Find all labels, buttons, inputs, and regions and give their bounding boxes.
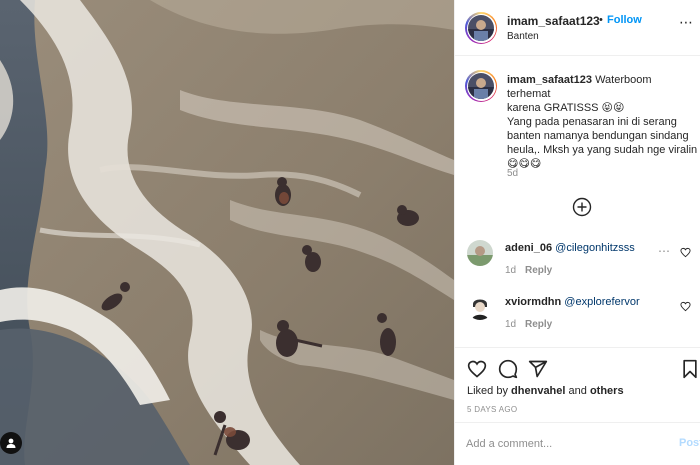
caption-line-2: karena GRATISSS 😝😝: [507, 102, 625, 114]
commenter-username[interactable]: xviormdhn: [505, 296, 561, 308]
caption-avatar[interactable]: [465, 70, 497, 102]
commenter-username[interactable]: adeni_06: [505, 242, 552, 254]
caption-line-6: 😋😋😋: [507, 158, 542, 170]
like-comment-heart-icon[interactable]: [680, 301, 691, 312]
author-avatar-image: [468, 15, 494, 41]
caption-text: imam_safaat123 Waterboom terhemat karena…: [507, 73, 697, 171]
add-comment-bar: Post: [455, 422, 700, 465]
water-scene-image: [0, 0, 454, 465]
follow-button[interactable]: Follow: [607, 14, 642, 26]
post-side-panel: imam_safaat123 • Follow Banten ⋯ imam_sa…: [454, 0, 700, 465]
comment-mention[interactable]: @explorefervor: [564, 296, 639, 308]
add-comment-input[interactable]: [466, 435, 656, 453]
comment-age[interactable]: 1d: [505, 265, 516, 276]
share-send-icon[interactable]: [528, 359, 548, 379]
post-comment-button[interactable]: Post: [679, 437, 700, 449]
more-options-icon[interactable]: ⋯: [679, 14, 694, 31]
tagged-users-button[interactable]: [0, 432, 22, 454]
author-avatar[interactable]: [465, 12, 497, 44]
reply-button[interactable]: Reply: [525, 265, 552, 276]
likes-conj: and: [568, 385, 587, 397]
caption-line-5: heula,. Mksh ya yang sudah nge viralin: [507, 144, 698, 156]
commenter-avatar[interactable]: [467, 240, 493, 266]
post-date[interactable]: 5 DAYS AGO: [467, 405, 517, 414]
plus-circle-icon: [572, 197, 592, 217]
post-actions: Liked by dhenvahel and others 5 DAYS AGO: [455, 347, 700, 422]
like-heart-icon[interactable]: [467, 359, 487, 379]
caption-avatar-image: [468, 73, 494, 99]
post-media[interactable]: [0, 0, 454, 465]
caption-line-4: banten namanya bendungan sindang: [507, 130, 689, 142]
comment-bubble-icon[interactable]: [498, 359, 518, 379]
comment-item: xviormdhn @explorefervor 1d Reply: [455, 290, 700, 340]
comment-age[interactable]: 1d: [505, 319, 516, 330]
liked-by-user[interactable]: dhenvahel: [511, 385, 565, 397]
liked-by-others[interactable]: others: [590, 385, 624, 397]
likes-prefix: Liked by: [467, 385, 508, 397]
location-link[interactable]: Banten: [507, 31, 539, 42]
caption-age[interactable]: 5d: [507, 168, 518, 179]
caption-username[interactable]: imam_safaat123: [507, 74, 592, 86]
commenter-avatar[interactable]: [467, 294, 493, 320]
load-more-comments-button[interactable]: [572, 197, 592, 217]
like-comment-heart-icon[interactable]: [680, 247, 691, 258]
author-username[interactable]: imam_safaat123: [507, 14, 600, 28]
caption-line-3: Yang pada penasaran ini di serang: [507, 116, 677, 128]
comment-mention[interactable]: @cilegonhitzsss: [555, 242, 635, 254]
comment-options-icon[interactable]: ⋯: [658, 244, 670, 258]
post-header: imam_safaat123 • Follow Banten ⋯: [455, 0, 700, 56]
save-bookmark-icon[interactable]: [681, 359, 699, 379]
reply-button[interactable]: Reply: [525, 319, 552, 330]
user-icon: [6, 438, 16, 448]
comment-item: adeni_06 @cilegonhitzsss ⋯ 1d Reply: [455, 236, 700, 286]
header-separator: •: [599, 14, 603, 26]
likes-summary: Liked by dhenvahel and others: [467, 385, 624, 397]
